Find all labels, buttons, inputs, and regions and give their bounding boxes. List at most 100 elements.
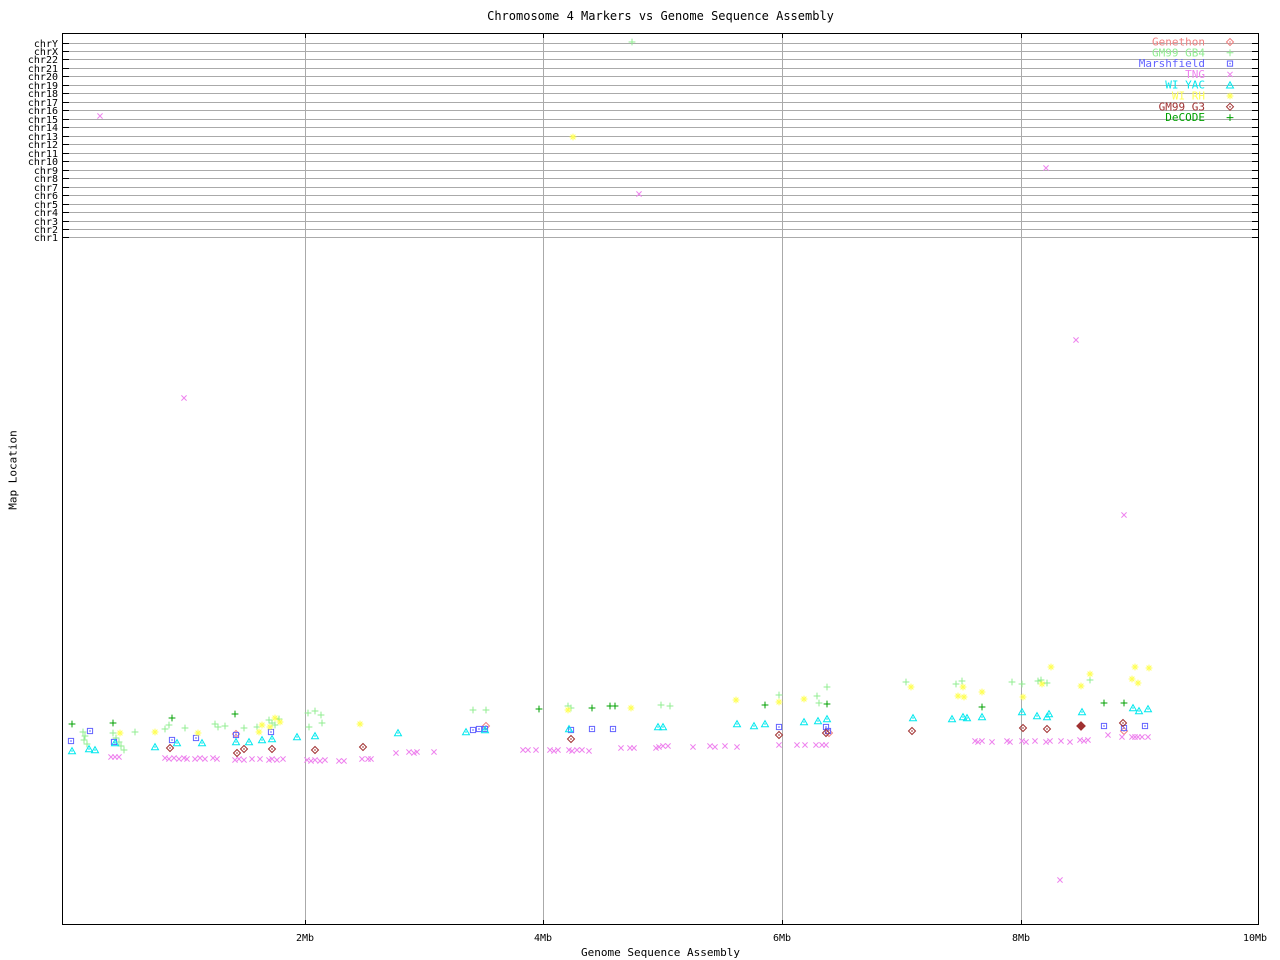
series-tng [97, 113, 1151, 883]
cross-marker [236, 756, 242, 762]
x-tick-label: 6Mb [773, 933, 791, 944]
cross-marker [586, 748, 592, 754]
marker-dot [169, 747, 171, 749]
star-marker [978, 688, 986, 696]
cross-marker [1119, 734, 1125, 740]
cross-marker [802, 742, 808, 748]
plus-marker [952, 680, 960, 688]
cross-marker [631, 745, 637, 751]
marker-dot [736, 723, 738, 725]
marker-dot [270, 731, 272, 733]
plus-marker [231, 710, 239, 718]
cross-marker [823, 742, 829, 748]
marker-dot [472, 729, 474, 731]
marker-dot [826, 718, 828, 720]
plus-marker [181, 724, 189, 732]
cross-marker [520, 747, 526, 753]
plus-marker [221, 722, 229, 730]
plus-marker [109, 719, 117, 727]
star-marker [775, 698, 783, 706]
series-wi-rh [116, 133, 1153, 737]
cross-marker [665, 743, 671, 749]
marker-dot [764, 723, 766, 725]
cross-marker [322, 757, 328, 763]
cross-marker [192, 756, 198, 762]
plus-marker [1120, 699, 1128, 707]
marker-dot [612, 728, 614, 730]
plus-marker [482, 706, 490, 714]
x-tick-label: 2Mb [296, 933, 314, 944]
plus-marker [311, 707, 319, 715]
plus-marker [628, 38, 636, 46]
marker-dot [1229, 62, 1231, 65]
plus-marker [131, 728, 139, 736]
plus-marker [165, 721, 173, 729]
cross-marker [166, 756, 172, 762]
plus-marker [535, 705, 543, 713]
cross-marker [214, 756, 220, 762]
cross-marker [197, 755, 203, 761]
plus-marker [120, 746, 128, 754]
marker-dot [778, 726, 780, 728]
marker-dot [314, 749, 316, 751]
plus-marker [211, 720, 219, 728]
marker-dot [171, 739, 173, 741]
marker-dot [1048, 713, 1050, 715]
cross-marker [249, 756, 255, 762]
cross-marker [1047, 738, 1053, 744]
marker-dot [966, 717, 968, 719]
cross-marker [257, 756, 263, 762]
star-marker [960, 693, 968, 701]
cross-marker [813, 742, 819, 748]
marker-dot [71, 750, 73, 752]
star-marker [1131, 663, 1139, 671]
marker-dot [1036, 715, 1038, 717]
cross-marker [280, 756, 286, 762]
marker-dot [235, 741, 237, 743]
series-gm99-g3 [165, 718, 1128, 758]
plot-border [62, 33, 1259, 925]
x-tick-label: 4Mb [534, 933, 552, 944]
marker-dot [911, 730, 913, 732]
plus-marker [823, 700, 831, 708]
cross-marker [989, 739, 995, 745]
star-marker [1038, 680, 1046, 688]
plus-marker [318, 719, 326, 727]
plus-marker [214, 723, 222, 731]
cross-marker [579, 747, 585, 753]
cross-marker [181, 395, 187, 401]
cross-marker [574, 747, 580, 753]
chromosome-label: chr1 [34, 233, 58, 244]
marker-dot [243, 748, 245, 750]
plus-marker [1034, 677, 1042, 685]
plus-marker [611, 702, 619, 710]
marker-dot [1132, 707, 1134, 709]
plus-marker [265, 716, 273, 724]
plus-marker [978, 703, 986, 711]
star-marker [151, 728, 159, 736]
marker-dot [1229, 41, 1231, 43]
marker-dot [314, 735, 316, 737]
cross-marker [1057, 877, 1063, 883]
star-marker [266, 723, 274, 731]
x-gridlines: 2Mb 4Mb 6Mb 8Mb 10Mb [296, 33, 1267, 944]
cross-marker [406, 749, 412, 755]
marker-dot [912, 717, 914, 719]
plus-marker [1043, 679, 1051, 687]
plus-marker [666, 702, 674, 710]
plus-marker [588, 704, 596, 712]
cross-marker [171, 755, 177, 761]
cross-marker [734, 744, 740, 750]
marker-dot [484, 729, 486, 731]
marker-dot [397, 732, 399, 734]
marker-dot [803, 721, 805, 723]
plus-marker [813, 692, 821, 700]
marker-dot [261, 739, 263, 741]
marker-dot [248, 741, 250, 743]
star-marker [258, 721, 266, 729]
plus-marker [317, 711, 325, 719]
cross-marker [317, 758, 323, 764]
star-marker [356, 720, 364, 728]
plus-marker [1018, 680, 1026, 688]
star-marker [1077, 682, 1085, 690]
